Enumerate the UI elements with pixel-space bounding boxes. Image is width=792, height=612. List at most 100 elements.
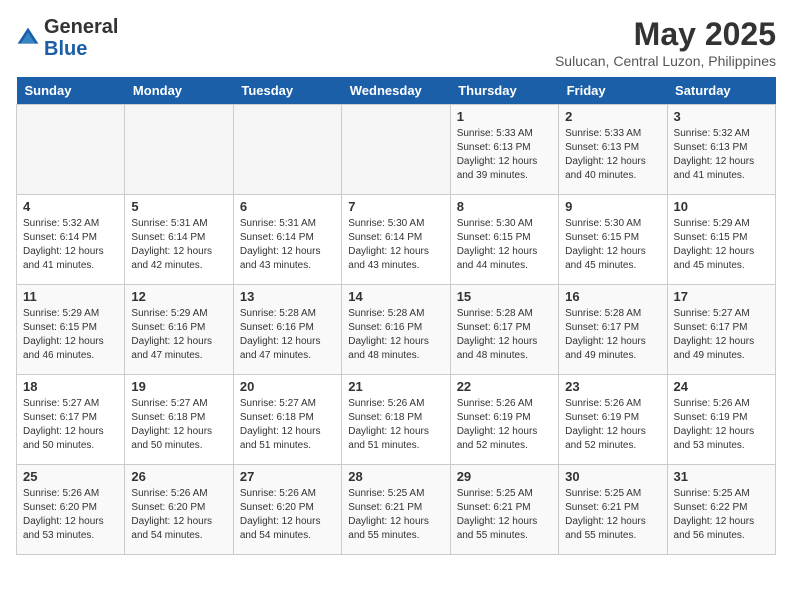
day-number: 30: [565, 469, 660, 484]
calendar-cell: 20 Sunrise: 5:27 AMSunset: 6:18 PMDayligh…: [233, 375, 341, 465]
day-info: Sunrise: 5:29 AMSunset: 6:15 PMDaylight:…: [674, 217, 769, 273]
calendar-cell: 6 Sunrise: 5:31 AMSunset: 6:14 PMDaylight…: [233, 195, 341, 285]
calendar-cell: 16 Sunrise: 5:28 AMSunset: 6:17 PMDayligh…: [559, 285, 667, 375]
calendar-cell: 17Sunrise: 5:27 AMSunset: 6:17 PMDayligh…: [667, 285, 775, 375]
calendar-cell: 15 Sunrise: 5:28 AMSunset: 6:17 PMDayligh…: [450, 285, 558, 375]
calendar-week-row: 25 Sunrise: 5:26 AMSunset: 6:20 PMDayligh…: [17, 465, 776, 555]
calendar-week-row: 11Sunrise: 5:29 AMSunset: 6:15 PMDayligh…: [17, 285, 776, 375]
calendar-cell: 3 Sunrise: 5:32 AMSunset: 6:13 PMDaylight…: [667, 105, 775, 195]
calendar-cell: 25 Sunrise: 5:26 AMSunset: 6:20 PMDayligh…: [17, 465, 125, 555]
day-info: Sunrise: 5:25 AMSunset: 6:21 PMDaylight:…: [348, 487, 443, 543]
location-subtitle: Sulucan, Central Luzon, Philippines: [555, 53, 776, 69]
day-number: 26: [131, 469, 226, 484]
day-info: Sunrise: 5:26 AMSunset: 6:19 PMDaylight:…: [457, 397, 552, 453]
col-header-friday: Friday: [559, 77, 667, 105]
page-header: General Blue May 2025 Sulucan, Central L…: [16, 16, 776, 69]
calendar-cell: 5Sunrise: 5:31 AMSunset: 6:14 PMDaylight…: [125, 195, 233, 285]
col-header-saturday: Saturday: [667, 77, 775, 105]
calendar-cell: 8 Sunrise: 5:30 AMSunset: 6:15 PMDaylight…: [450, 195, 558, 285]
calendar-cell: 23 Sunrise: 5:26 AMSunset: 6:19 PMDayligh…: [559, 375, 667, 465]
calendar-cell: 12 Sunrise: 5:29 AMSunset: 6:16 PMDayligh…: [125, 285, 233, 375]
col-header-monday: Monday: [125, 77, 233, 105]
calendar-header-row: SundayMondayTuesdayWednesdayThursdayFrid…: [17, 77, 776, 105]
day-number: 5: [131, 199, 226, 214]
day-number: 11: [23, 289, 118, 304]
calendar-cell: [125, 105, 233, 195]
calendar-cell: [233, 105, 341, 195]
day-info: Sunrise: 5:25 AMSunset: 6:21 PMDaylight:…: [457, 487, 552, 543]
calendar-cell: 31 Sunrise: 5:25 AMSunset: 6:22 PMDayligh…: [667, 465, 775, 555]
day-info: Sunrise: 5:33 AMSunset: 6:13 PMDaylight:…: [565, 127, 660, 183]
calendar-cell: 28 Sunrise: 5:25 AMSunset: 6:21 PMDayligh…: [342, 465, 450, 555]
day-number: 17: [674, 289, 769, 304]
day-info: Sunrise: 5:25 AMSunset: 6:21 PMDaylight:…: [565, 487, 660, 543]
day-info: Sunrise: 5:29 AMSunset: 6:16 PMDaylight:…: [131, 307, 226, 363]
calendar-cell: 29 Sunrise: 5:25 AMSunset: 6:21 PMDayligh…: [450, 465, 558, 555]
day-info: Sunrise: 5:30 AMSunset: 6:15 PMDaylight:…: [457, 217, 552, 273]
day-number: 20: [240, 379, 335, 394]
calendar-week-row: 1 Sunrise: 5:33 AMSunset: 6:13 PMDaylight…: [17, 105, 776, 195]
calendar-table: SundayMondayTuesdayWednesdayThursdayFrid…: [16, 77, 776, 555]
day-number: 4: [23, 199, 118, 214]
day-number: 6: [240, 199, 335, 214]
day-info: Sunrise: 5:26 AMSunset: 6:20 PMDaylight:…: [131, 487, 226, 543]
logo: General Blue: [16, 16, 118, 60]
logo-icon: [16, 26, 40, 50]
calendar-cell: 14Sunrise: 5:28 AMSunset: 6:16 PMDayligh…: [342, 285, 450, 375]
calendar-cell: 22 Sunrise: 5:26 AMSunset: 6:19 PMDayligh…: [450, 375, 558, 465]
day-number: 18: [23, 379, 118, 394]
day-number: 19: [131, 379, 226, 394]
day-number: 12: [131, 289, 226, 304]
day-info: Sunrise: 5:28 AMSunset: 6:17 PMDaylight:…: [457, 307, 552, 363]
day-info: Sunrise: 5:28 AMSunset: 6:16 PMDaylight:…: [240, 307, 335, 363]
day-info: Sunrise: 5:32 AMSunset: 6:13 PMDaylight:…: [674, 127, 769, 183]
calendar-cell: 9 Sunrise: 5:30 AMSunset: 6:15 PMDaylight…: [559, 195, 667, 285]
calendar-cell: 30 Sunrise: 5:25 AMSunset: 6:21 PMDayligh…: [559, 465, 667, 555]
day-info: Sunrise: 5:26 AMSunset: 6:18 PMDaylight:…: [348, 397, 443, 453]
day-number: 1: [457, 109, 552, 124]
calendar-cell: 13Sunrise: 5:28 AMSunset: 6:16 PMDayligh…: [233, 285, 341, 375]
day-number: 29: [457, 469, 552, 484]
calendar-cell: 11Sunrise: 5:29 AMSunset: 6:15 PMDayligh…: [17, 285, 125, 375]
calendar-cell: 2Sunrise: 5:33 AMSunset: 6:13 PMDaylight…: [559, 105, 667, 195]
day-number: 25: [23, 469, 118, 484]
day-info: Sunrise: 5:26 AMSunset: 6:20 PMDaylight:…: [240, 487, 335, 543]
calendar-cell: 1Sunrise: 5:33 AMSunset: 6:13 PMDaylight…: [450, 105, 558, 195]
title-block: May 2025 Sulucan, Central Luzon, Philipp…: [555, 16, 776, 69]
day-number: 3: [674, 109, 769, 124]
day-number: 22: [457, 379, 552, 394]
day-info: Sunrise: 5:31 AMSunset: 6:14 PMDaylight:…: [240, 217, 335, 273]
calendar-cell: 27Sunrise: 5:26 AMSunset: 6:20 PMDayligh…: [233, 465, 341, 555]
day-number: 9: [565, 199, 660, 214]
day-info: Sunrise: 5:26 AMSunset: 6:19 PMDaylight:…: [565, 397, 660, 453]
calendar-cell: 26 Sunrise: 5:26 AMSunset: 6:20 PMDayligh…: [125, 465, 233, 555]
day-number: 15: [457, 289, 552, 304]
day-number: 28: [348, 469, 443, 484]
calendar-cell: [342, 105, 450, 195]
col-header-tuesday: Tuesday: [233, 77, 341, 105]
day-info: Sunrise: 5:27 AMSunset: 6:17 PMDaylight:…: [23, 397, 118, 453]
day-info: Sunrise: 5:30 AMSunset: 6:14 PMDaylight:…: [348, 217, 443, 273]
col-header-thursday: Thursday: [450, 77, 558, 105]
day-info: Sunrise: 5:32 AMSunset: 6:14 PMDaylight:…: [23, 217, 118, 273]
day-info: Sunrise: 5:25 AMSunset: 6:22 PMDaylight:…: [674, 487, 769, 543]
day-number: 7: [348, 199, 443, 214]
day-info: Sunrise: 5:26 AMSunset: 6:19 PMDaylight:…: [674, 397, 769, 453]
calendar-cell: 18 Sunrise: 5:27 AMSunset: 6:17 PMDayligh…: [17, 375, 125, 465]
day-info: Sunrise: 5:28 AMSunset: 6:16 PMDaylight:…: [348, 307, 443, 363]
month-title: May 2025: [555, 16, 776, 53]
day-info: Sunrise: 5:30 AMSunset: 6:15 PMDaylight:…: [565, 217, 660, 273]
day-number: 16: [565, 289, 660, 304]
day-info: Sunrise: 5:28 AMSunset: 6:17 PMDaylight:…: [565, 307, 660, 363]
day-number: 24: [674, 379, 769, 394]
calendar-cell: 24 Sunrise: 5:26 AMSunset: 6:19 PMDayligh…: [667, 375, 775, 465]
calendar-cell: 19Sunrise: 5:27 AMSunset: 6:18 PMDayligh…: [125, 375, 233, 465]
day-number: 8: [457, 199, 552, 214]
calendar-week-row: 18 Sunrise: 5:27 AMSunset: 6:17 PMDayligh…: [17, 375, 776, 465]
day-info: Sunrise: 5:27 AMSunset: 6:18 PMDaylight:…: [240, 397, 335, 453]
day-info: Sunrise: 5:26 AMSunset: 6:20 PMDaylight:…: [23, 487, 118, 543]
day-number: 21: [348, 379, 443, 394]
day-number: 23: [565, 379, 660, 394]
day-number: 31: [674, 469, 769, 484]
calendar-cell: 10Sunrise: 5:29 AMSunset: 6:15 PMDayligh…: [667, 195, 775, 285]
